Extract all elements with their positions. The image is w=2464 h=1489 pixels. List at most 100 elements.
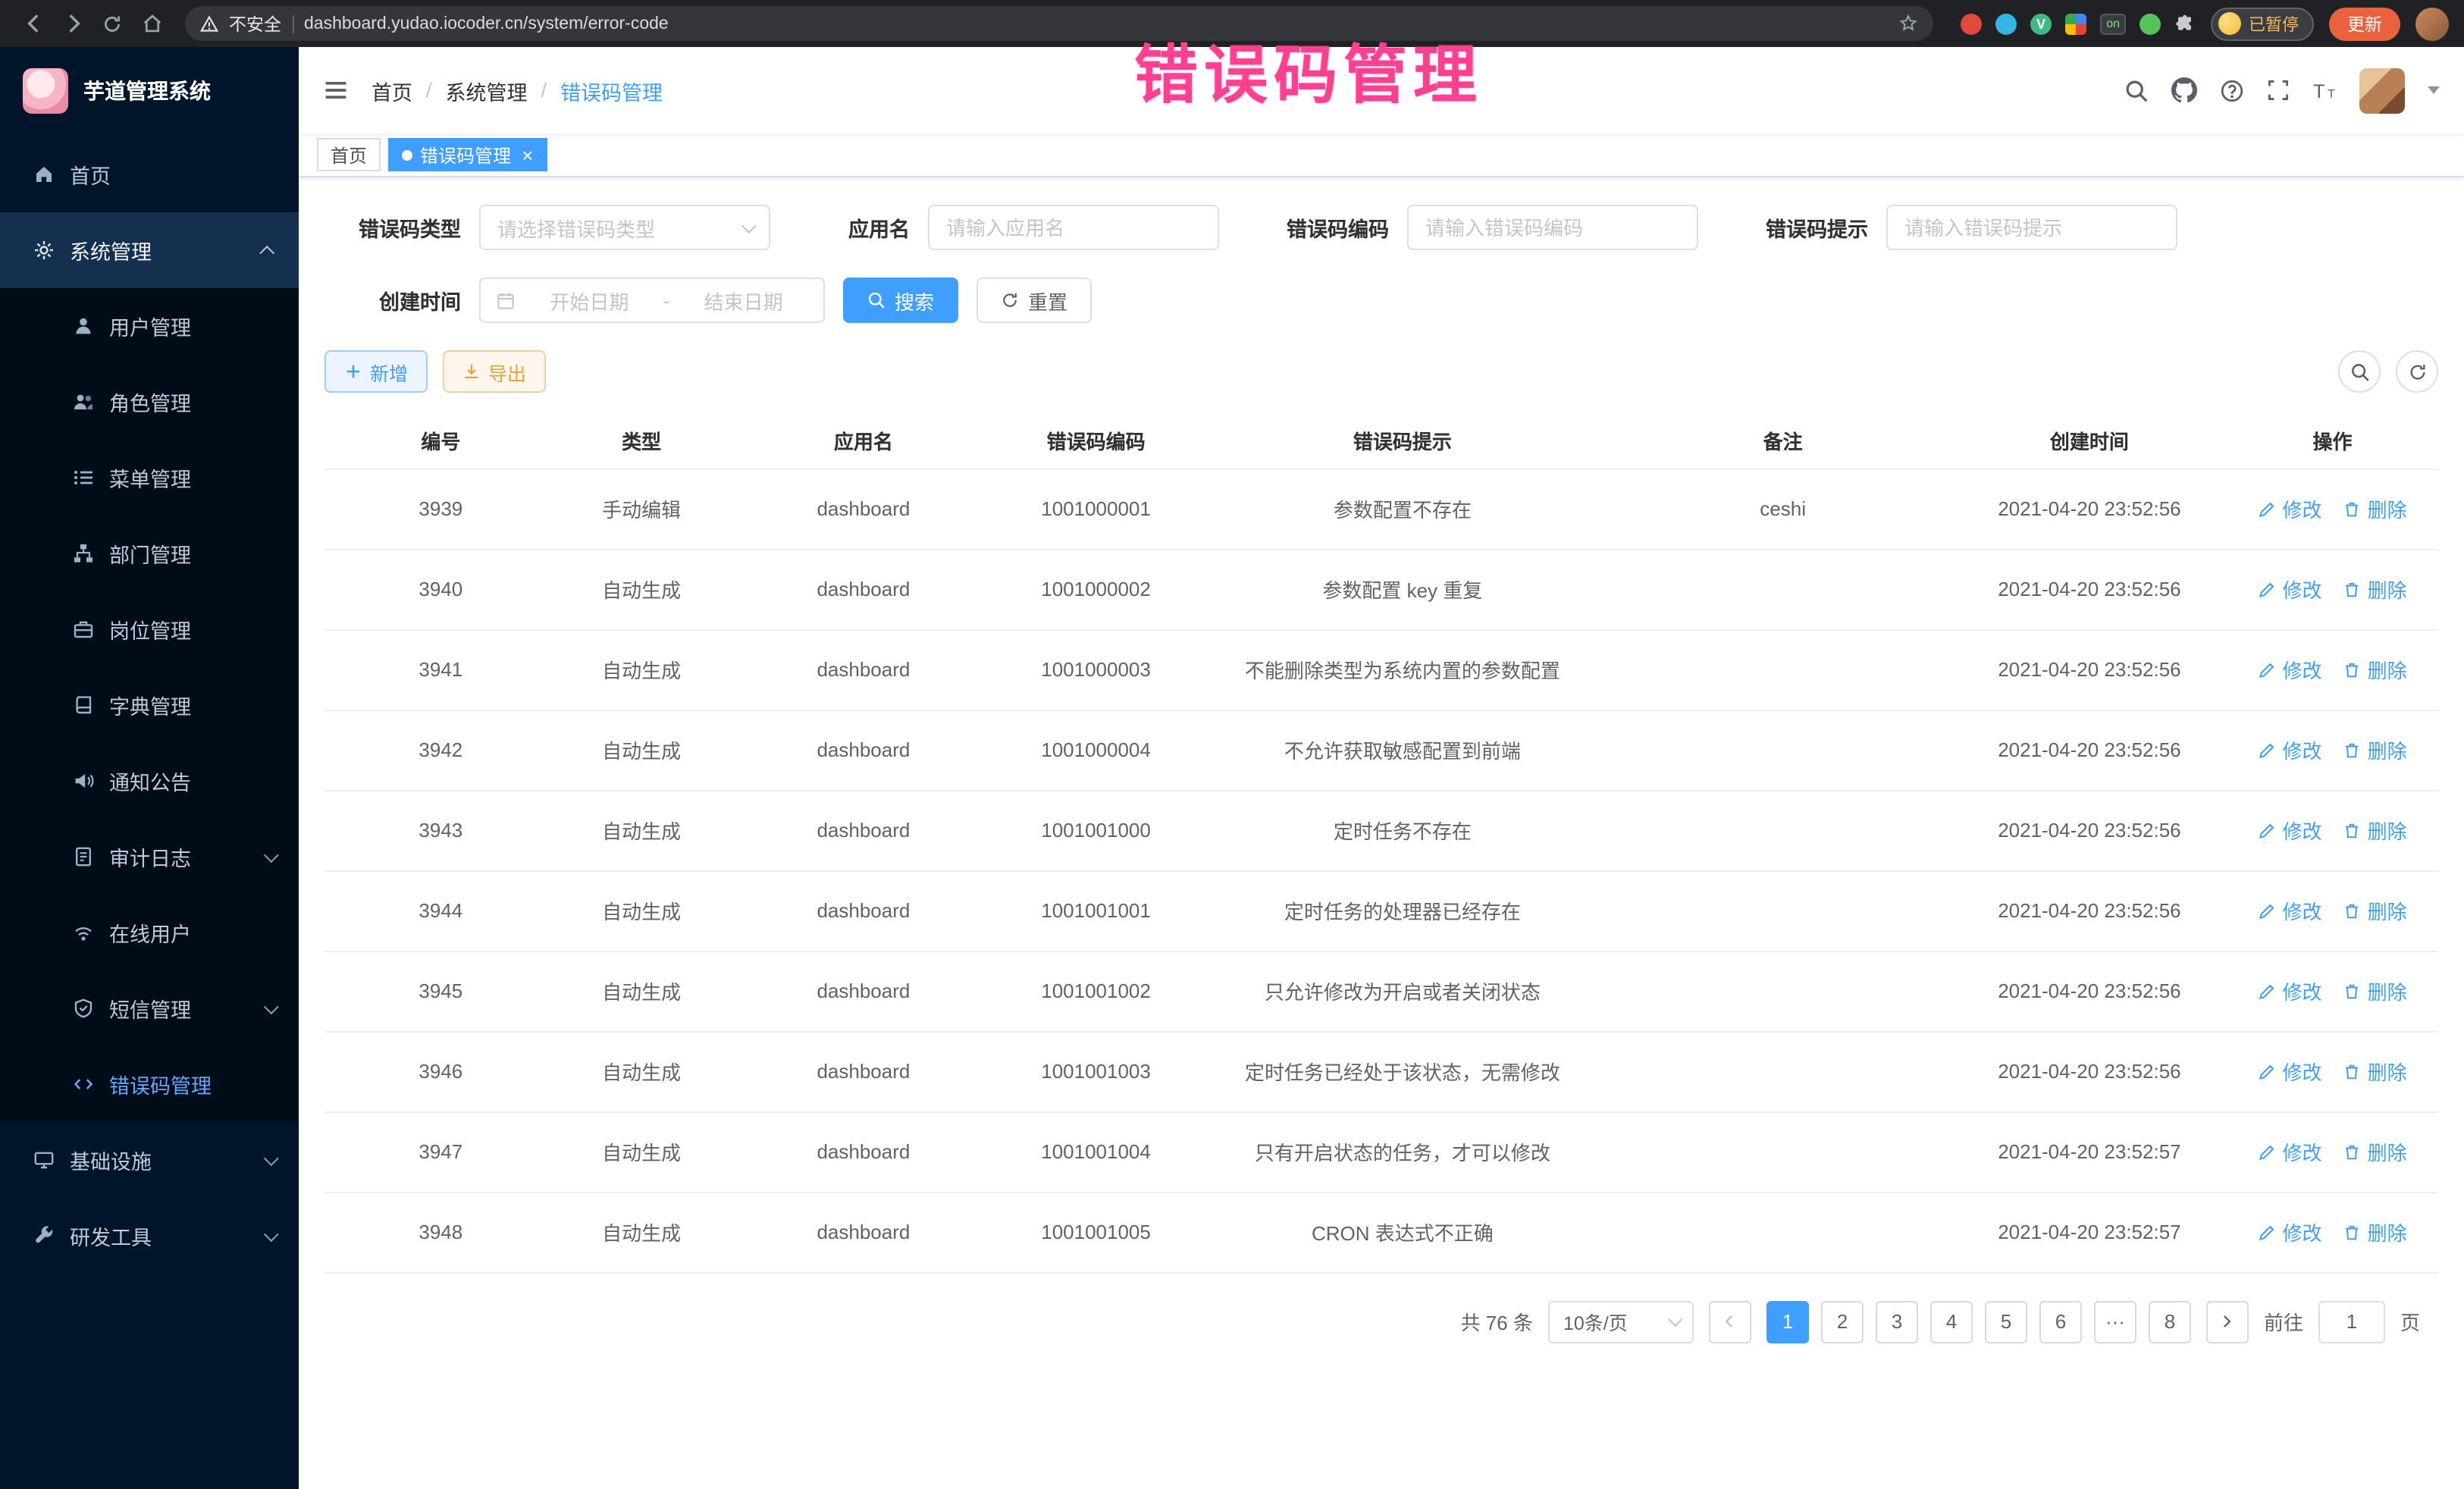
search-button[interactable]: 搜索: [843, 277, 958, 323]
delete-link[interactable]: 删除: [2343, 976, 2407, 1005]
caret-down-icon[interactable]: [2428, 86, 2440, 94]
cell-created: 2021-04-20 23:52:56: [1952, 1031, 2227, 1111]
sidebar-item-system-management[interactable]: 系统管理: [0, 212, 299, 288]
bookmark-star-icon[interactable]: [1898, 14, 1918, 33]
page-size-select[interactable]: 10条/页: [1548, 1300, 1694, 1343]
cell-created: 2021-04-20 23:52:57: [1952, 1111, 2227, 1192]
fullscreen-icon[interactable]: [2267, 79, 2290, 102]
sidebar-item-notice-announcement[interactable]: 通知公告: [0, 743, 299, 819]
page-button-8[interactable]: 8: [2149, 1300, 2191, 1343]
page-button-1[interactable]: 1: [1766, 1300, 1809, 1343]
hamburger-icon[interactable]: [323, 77, 349, 103]
sidebar-item-role-management[interactable]: 角色管理: [0, 364, 299, 440]
briefcase-icon: [73, 619, 94, 640]
edit-icon: [2259, 821, 2277, 839]
puzzle-extension-icon[interactable]: [2174, 13, 2196, 34]
sidebar-item-menu-management[interactable]: 菜单管理: [0, 440, 299, 516]
page-button-6[interactable]: 6: [2039, 1300, 2082, 1343]
error-code-input[interactable]: [1407, 205, 1698, 250]
delete-link[interactable]: 删除: [2343, 1218, 2407, 1246]
tab-error-code[interactable]: 错误码管理×: [388, 138, 547, 171]
page-button-4[interactable]: 4: [1930, 1300, 1973, 1343]
page-button-5[interactable]: 5: [1985, 1300, 2027, 1343]
sidebar-item-audit-log[interactable]: 审计日志: [0, 819, 299, 895]
edit-link[interactable]: 修改: [2259, 575, 2322, 603]
reset-button[interactable]: 重置: [977, 277, 1092, 323]
next-page-button[interactable]: [2206, 1300, 2249, 1343]
address-bar[interactable]: 不安全 dashboard.yudao.iocoder.cn/system/er…: [185, 6, 1933, 41]
close-tab-icon[interactable]: ×: [522, 145, 533, 165]
browser-update-button[interactable]: 更新: [2329, 7, 2400, 40]
delete-link[interactable]: 删除: [2343, 735, 2407, 764]
edit-link[interactable]: 修改: [2259, 896, 2322, 925]
colorful-grid-extension-icon[interactable]: [2065, 13, 2086, 34]
reload-icon[interactable]: [94, 5, 130, 42]
paused-extension-badge[interactable]: 已暂停: [2211, 7, 2314, 40]
font-size-icon[interactable]: TT: [2312, 78, 2337, 102]
sidebar-item-error-code-management[interactable]: 错误码管理: [0, 1046, 299, 1122]
sidebar-item-dept-management[interactable]: 部门管理: [0, 516, 299, 591]
error-hint-input[interactable]: [1886, 205, 2177, 250]
edit-link[interactable]: 修改: [2259, 816, 2322, 845]
page-button-2[interactable]: 2: [1821, 1300, 1864, 1343]
delete-link[interactable]: 删除: [2343, 896, 2407, 925]
switch-on-extension-icon[interactable]: on: [2100, 13, 2126, 34]
delete-icon: [2343, 1062, 2362, 1080]
user-avatar[interactable]: [2359, 67, 2405, 113]
green-extension-icon[interactable]: [2140, 13, 2161, 34]
table-row: 3945自动生成dashboard1001001002只允许修改为开启或者关闭状…: [324, 951, 2438, 1031]
column-header-created: 创建时间: [1952, 414, 2227, 469]
create-time-range-picker[interactable]: 开始日期 - 结束日期: [479, 277, 825, 323]
sms-shield-icon: [73, 998, 94, 1019]
refresh-table-button[interactable]: [2396, 350, 2438, 393]
red-circle-extension-icon[interactable]: [1961, 13, 1982, 34]
menu-list-icon: [73, 467, 94, 488]
sidebar-item-dict-management[interactable]: 字典管理: [0, 667, 299, 743]
search-icon[interactable]: [2124, 78, 2149, 102]
sidebar-item-online-user[interactable]: 在线用户: [0, 895, 299, 970]
sidebar-item-user-management[interactable]: 用户管理: [0, 288, 299, 364]
breadcrumb-item-error-code-management[interactable]: 错误码管理: [560, 75, 663, 105]
edit-link[interactable]: 修改: [2259, 1057, 2322, 1086]
edit-link[interactable]: 修改: [2259, 735, 2322, 764]
prev-page-button[interactable]: [1709, 1300, 1751, 1343]
delete-link[interactable]: 删除: [2343, 1137, 2407, 1166]
error-type-select[interactable]: 请选择错误码类型: [479, 205, 770, 250]
date-range-separator: -: [663, 289, 670, 312]
browser-profile-avatar[interactable]: [2415, 7, 2449, 40]
edit-link[interactable]: 修改: [2259, 1137, 2322, 1166]
delete-link[interactable]: 删除: [2343, 575, 2407, 603]
home-icon[interactable]: [133, 5, 170, 42]
more-pages-button[interactable]: ···: [2094, 1300, 2136, 1343]
sidebar-item-infrastructure[interactable]: 基础设施: [0, 1122, 299, 1198]
sidebar-item-post-management[interactable]: 岗位管理: [0, 591, 299, 667]
goto-page-input[interactable]: [2318, 1300, 2385, 1343]
edit-link[interactable]: 修改: [2259, 976, 2322, 1005]
breadcrumb-item-home[interactable]: 首页: [371, 75, 412, 105]
toggle-search-button[interactable]: [2338, 350, 2381, 393]
edit-link[interactable]: 修改: [2259, 1218, 2322, 1246]
help-icon[interactable]: [2220, 78, 2244, 102]
vue-devtools-extension-icon[interactable]: V: [2030, 13, 2052, 34]
blue-drop-extension-icon[interactable]: [1995, 13, 2017, 34]
export-button[interactable]: 导出: [443, 350, 546, 393]
edit-link[interactable]: 修改: [2259, 655, 2322, 684]
sidebar-item-sms-management[interactable]: 短信管理: [0, 970, 299, 1046]
sidebar-item-home[interactable]: 首页: [0, 136, 299, 212]
export-button-label: 导出: [488, 357, 526, 386]
delete-link[interactable]: 删除: [2343, 494, 2407, 523]
forward-icon[interactable]: [55, 5, 91, 42]
page-button-3[interactable]: 3: [1876, 1300, 1918, 1343]
breadcrumb-item-system-management[interactable]: 系统管理: [446, 75, 528, 105]
back-icon[interactable]: [15, 5, 52, 42]
sidebar-item-dev-tools[interactable]: 研发工具: [0, 1198, 299, 1274]
github-icon[interactable]: [2171, 77, 2197, 103]
edit-link[interactable]: 修改: [2259, 494, 2322, 523]
delete-link[interactable]: 删除: [2343, 655, 2407, 684]
tab-home[interactable]: 首页: [317, 138, 381, 171]
app-logo[interactable]: 芋道管理系统: [0, 47, 299, 133]
add-button[interactable]: 新增: [324, 350, 428, 393]
app-name-input[interactable]: [928, 205, 1219, 250]
delete-link[interactable]: 删除: [2343, 1057, 2407, 1086]
delete-link[interactable]: 删除: [2343, 816, 2407, 845]
